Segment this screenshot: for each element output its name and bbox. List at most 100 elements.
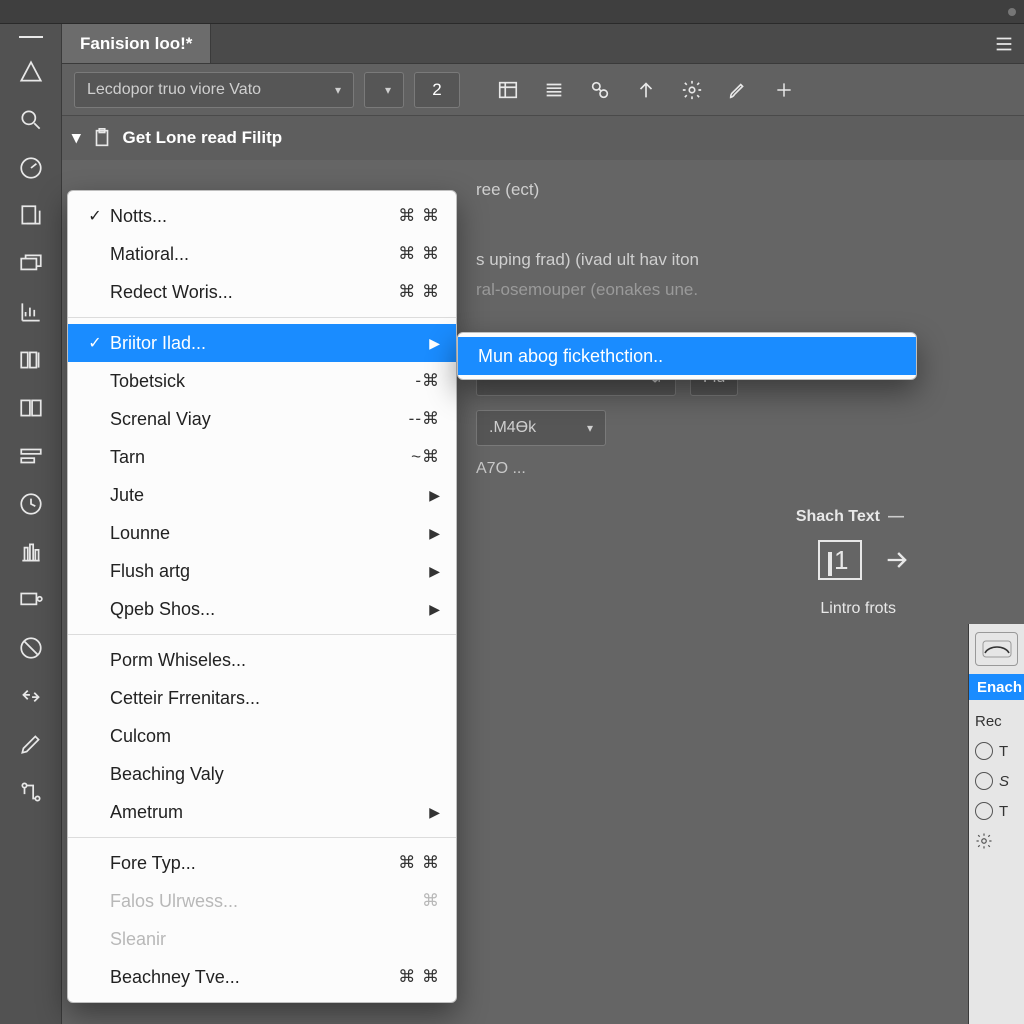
shach-text-label: Shach Text— bbox=[796, 508, 904, 526]
tool-dashboard-icon[interactable] bbox=[9, 148, 53, 188]
tool-columns-icon[interactable] bbox=[9, 340, 53, 380]
hamburger-menu-icon[interactable] bbox=[984, 24, 1024, 63]
justify-icon[interactable] bbox=[536, 72, 572, 108]
check-icon: ✓ bbox=[84, 333, 106, 353]
submenu-item-mun-abog[interactable]: Mun abog fickethction.. bbox=[458, 337, 916, 375]
radio-icon bbox=[975, 742, 993, 760]
menu-item[interactable]: Flush artg▶ bbox=[68, 552, 456, 590]
menu-item-label: Falos Ulrwess... bbox=[106, 891, 422, 912]
secondary-selector[interactable] bbox=[364, 72, 404, 108]
tool-pen-icon[interactable] bbox=[9, 724, 53, 764]
menu-item[interactable]: Porm Whiseles... bbox=[68, 641, 456, 679]
menu-item[interactable]: Lounne▶ bbox=[68, 514, 456, 552]
arrow-right-icon[interactable] bbox=[880, 546, 914, 574]
disclosure-triangle-icon[interactable]: ▾ bbox=[72, 128, 81, 148]
menu-item-shortcut: --⌘ bbox=[409, 409, 440, 429]
menu-item-label: Beaching Valy bbox=[106, 764, 440, 785]
menu-item[interactable]: Tobetsick-⌘ bbox=[68, 362, 456, 400]
menu-item[interactable]: Qpeb Shos...▶ bbox=[68, 590, 456, 628]
chevron-right-icon: ▶ bbox=[429, 804, 440, 821]
table-icon[interactable] bbox=[490, 72, 526, 108]
context-submenu: Mun abog fickethction.. bbox=[457, 332, 917, 380]
tool-align-icon[interactable] bbox=[9, 436, 53, 476]
menu-item-label: Notts... bbox=[106, 206, 398, 227]
menu-item[interactable]: Sleanir bbox=[68, 920, 456, 958]
plus-icon[interactable] bbox=[766, 72, 802, 108]
menu-item[interactable]: Cetteir Frrenitars... bbox=[68, 679, 456, 717]
gear-icon[interactable] bbox=[674, 72, 710, 108]
window-control-dot[interactable] bbox=[1008, 8, 1016, 16]
menu-item-shortcut: ⌘ ⌘ bbox=[398, 853, 440, 873]
chevron-right-icon: ▶ bbox=[429, 525, 440, 542]
menu-item-label: Cetteir Frrenitars... bbox=[106, 688, 440, 709]
left-tool-rail bbox=[0, 24, 62, 1024]
tool-disabled-icon[interactable] bbox=[9, 628, 53, 668]
arrow-up-icon[interactable] bbox=[628, 72, 664, 108]
menu-item[interactable]: Tarn~⌘ bbox=[68, 438, 456, 476]
dock-thumb-icon[interactable] bbox=[975, 632, 1018, 666]
text-frame-glyph[interactable]: 1 bbox=[818, 540, 862, 580]
menu-item[interactable]: ✓Briitor Ilad...▶ bbox=[68, 324, 456, 362]
tool-device-icon[interactable] bbox=[9, 580, 53, 620]
menu-item-label: Tobetsick bbox=[106, 371, 415, 392]
tool-page-icon[interactable] bbox=[9, 196, 53, 236]
chevron-right-icon: ▶ bbox=[429, 487, 440, 504]
dock-row-1[interactable]: S bbox=[975, 766, 1018, 796]
menu-item[interactable]: Screnal Viay--⌘ bbox=[68, 400, 456, 438]
menu-item-label: Ametrum bbox=[106, 802, 429, 823]
menu-item[interactable]: Beachney Tve...⌘ ⌘ bbox=[68, 958, 456, 996]
menu-item[interactable]: Fore Typ...⌘ ⌘ bbox=[68, 844, 456, 882]
menu-item-label: Qpeb Shos... bbox=[106, 599, 429, 620]
menu-item-label: Culcom bbox=[106, 726, 440, 747]
menu-item[interactable]: Culcom bbox=[68, 717, 456, 755]
number-field[interactable]: 2 bbox=[414, 72, 460, 108]
menu-item-label: Porm Whiseles... bbox=[106, 650, 440, 671]
tool-node-icon[interactable] bbox=[9, 772, 53, 812]
tool-link-icon[interactable] bbox=[9, 676, 53, 716]
tool-triangle-icon[interactable] bbox=[9, 52, 53, 92]
menu-item[interactable]: Redect Woris...⌘ ⌘ bbox=[68, 273, 456, 311]
dock-row-0-label: T bbox=[999, 743, 1008, 760]
submenu-item-label: Mun abog fickethction.. bbox=[478, 346, 663, 367]
tool-library-icon[interactable] bbox=[9, 532, 53, 572]
menu-item[interactable]: Jute▶ bbox=[68, 476, 456, 514]
menu-item-shortcut: -⌘ bbox=[415, 371, 440, 391]
link-chain-icon[interactable] bbox=[582, 72, 618, 108]
tool-clock-icon[interactable] bbox=[9, 484, 53, 524]
menu-item-label: Sleanir bbox=[106, 929, 440, 950]
menu-item-label: Jute bbox=[106, 485, 429, 506]
menu-item[interactable]: Ametrum▶ bbox=[68, 793, 456, 831]
dock-section-enach[interactable]: Enach bbox=[969, 674, 1024, 700]
menu-item[interactable]: Matioral...⌘ ⌘ bbox=[68, 235, 456, 273]
tool-layers-icon[interactable] bbox=[9, 244, 53, 284]
lintro-label: Lintro frots bbox=[820, 600, 896, 618]
tool-chart-icon[interactable] bbox=[9, 292, 53, 332]
document-tab[interactable]: Fanision loo!* bbox=[62, 24, 211, 63]
tool-split-icon[interactable] bbox=[9, 388, 53, 428]
section-header: ▾ Get Lone read Filitp bbox=[62, 116, 1024, 160]
tool-zoom-icon[interactable] bbox=[9, 100, 53, 140]
dock-row-0[interactable]: T bbox=[975, 736, 1018, 766]
dock-row-2[interactable]: T bbox=[975, 796, 1018, 826]
shach-text-label-text: Shach Text bbox=[796, 508, 880, 525]
radio-icon bbox=[975, 772, 993, 790]
dock-row-2-label: T bbox=[999, 803, 1008, 820]
options-toolbar: Lecdopor truo viore Vato 2 bbox=[62, 64, 1024, 116]
menu-item[interactable]: ✓Notts...⌘ ⌘ bbox=[68, 197, 456, 235]
menu-item-label: Lounne bbox=[106, 523, 429, 544]
brush-icon[interactable] bbox=[720, 72, 756, 108]
menu-item[interactable]: Falos Ulrwess...⌘ bbox=[68, 882, 456, 920]
menu-item-label: Briitor Ilad... bbox=[106, 333, 429, 354]
menu-separator bbox=[68, 317, 456, 318]
m4k-select[interactable]: .M4Ɵk bbox=[476, 410, 606, 446]
menu-item-shortcut: ⌘ ⌘ bbox=[398, 967, 440, 987]
menu-separator bbox=[68, 837, 456, 838]
radio-icon bbox=[975, 802, 993, 820]
dock-row-gear[interactable] bbox=[975, 826, 1018, 856]
document-tab-label: Fanision loo!* bbox=[80, 34, 192, 54]
menu-item-label: Screnal Viay bbox=[106, 409, 409, 430]
shach-widgets: 1 bbox=[818, 540, 914, 580]
canvas-text-line-3: ral-osemouper (eonakes une. bbox=[476, 280, 1004, 300]
menu-item[interactable]: Beaching Valy bbox=[68, 755, 456, 793]
preset-selector[interactable]: Lecdopor truo viore Vato bbox=[74, 72, 354, 108]
